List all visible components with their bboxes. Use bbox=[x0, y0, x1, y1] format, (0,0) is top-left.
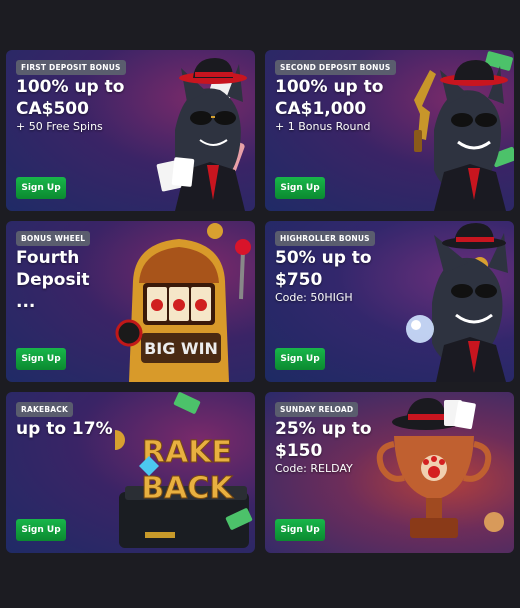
promo-card-second-deposit[interactable]: SECOND DEPOSIT BONUS 100% up to CA$1,000… bbox=[265, 50, 514, 211]
sign-up-button[interactable]: Sign Up bbox=[275, 177, 325, 199]
slot-big-win-text: BIG WIN bbox=[144, 339, 218, 358]
promo-headline: Fourth Deposit ... bbox=[16, 248, 90, 312]
promo-subtext: + 1 Bonus Round bbox=[275, 120, 371, 133]
promo-subtext: + 50 Free Spins bbox=[16, 120, 103, 133]
sign-up-button[interactable]: Sign Up bbox=[16, 177, 66, 199]
sign-up-button[interactable]: Sign Up bbox=[275, 519, 325, 541]
promo-headline: up to 17% bbox=[16, 419, 113, 439]
promo-card-first-deposit[interactable]: FIRST DEPOSIT BONUS 100% up to CA$500 + … bbox=[6, 50, 255, 211]
promo-badge: FIRST DEPOSIT BONUS bbox=[16, 60, 126, 75]
sign-up-button[interactable]: Sign Up bbox=[16, 348, 66, 370]
slot-machine-icon: BIG WIN bbox=[115, 223, 251, 382]
sign-up-button[interactable]: Sign Up bbox=[275, 348, 325, 370]
cat-mascot-cards-icon bbox=[156, 58, 247, 211]
promo-headline: 100% up to CA$1,000 bbox=[275, 77, 384, 119]
promo-card-bonus-wheel[interactable]: BIG WIN BONUS WHEEL Fourth Deposit ... S… bbox=[6, 221, 255, 382]
promo-badge: SECOND DEPOSIT BONUS bbox=[275, 60, 396, 75]
back-text: BACK bbox=[141, 471, 234, 506]
sign-up-button[interactable]: Sign Up bbox=[16, 519, 66, 541]
promo-card-highroller[interactable]: HIGHROLLER BONUS 50% up to $750 Code: 50… bbox=[265, 221, 514, 382]
promo-headline: 100% up to CA$500 bbox=[16, 77, 125, 119]
promo-subtext: Code: RELDAY bbox=[275, 462, 353, 475]
promo-card-sunday-reload[interactable]: SUNDAY RELOAD 25% up to $150 Code: RELDA… bbox=[265, 392, 514, 553]
promo-badge: RAKEBACK bbox=[16, 402, 73, 417]
promo-subtext: Code: 50HIGH bbox=[275, 291, 353, 304]
promo-badge: HIGHROLLER BONUS bbox=[275, 231, 375, 246]
promotions-grid: FIRST DEPOSIT BONUS 100% up to CA$500 + … bbox=[6, 50, 514, 553]
promo-badge: BONUS WHEEL bbox=[16, 231, 91, 246]
promo-badge: SUNDAY RELOAD bbox=[275, 402, 359, 417]
trophy-icon bbox=[376, 398, 504, 538]
promo-headline: 50% up to $750 bbox=[275, 248, 372, 290]
rakeback-briefcase-icon: RAKE BACK bbox=[115, 392, 253, 548]
promo-headline: 25% up to $150 bbox=[275, 419, 372, 461]
cat-mascot-orb-icon bbox=[406, 223, 508, 382]
promo-card-rakeback[interactable]: RAKE BACK RAKEBACK up to 17% Sign Up bbox=[6, 392, 255, 553]
